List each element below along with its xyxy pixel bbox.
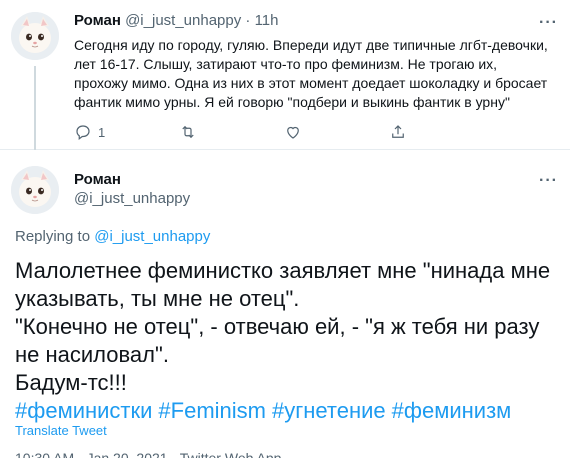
tweet-header: Роман @i_just_unhappy · 11h (74, 12, 278, 29)
replying-handle-link[interactable]: @i_just_unhappy (94, 228, 210, 245)
tweet-line: прохожу мимо. Одна из них в этот момент … (74, 75, 548, 91)
tweet-text: Сегодня иду по городу, гуляю. Впереди ид… (74, 36, 554, 112)
cat-avatar-icon (11, 166, 59, 214)
tweet-text: Малолетнее феминистко заявляет мне "нина… (15, 257, 560, 425)
tweet-line: указывать, ты мне не отец". (15, 286, 300, 311)
tweet-line: лет 16-17. Слышу, затирают что-то про фе… (74, 56, 498, 72)
like-button[interactable] (284, 122, 389, 142)
tweet-line: "Конечно не отец", - отвечаю ей, - "я ж … (15, 314, 540, 339)
display-name[interactable]: Роман (74, 12, 121, 29)
reply-button[interactable]: 1 (74, 122, 179, 142)
reply-count: 1 (98, 124, 106, 140)
tweet-actions: 1 (74, 122, 494, 142)
share-icon (392, 125, 404, 138)
hashtag-link[interactable]: #феминизм (392, 398, 512, 423)
avatar[interactable] (11, 166, 59, 214)
thread-connector (34, 66, 36, 150)
hashtag-link[interactable]: #угнетение (272, 398, 386, 423)
reply-icon (76, 125, 90, 140)
share-button[interactable] (389, 122, 494, 142)
retweet-icon (182, 125, 194, 139)
tweet-parent[interactable]: Роман @i_just_unhappy · 11h ··· Сегодня … (0, 0, 570, 150)
cat-avatar-icon (11, 12, 59, 60)
hashtag-link[interactable]: #Feminism (158, 398, 266, 423)
tweet-line: фантик мимо урны. Я ей говорю "подбери и… (74, 94, 510, 110)
tweet-line: Сегодня иду по городу, гуляю. Впереди ид… (74, 37, 548, 53)
hashtag-link[interactable]: #феминистки (15, 398, 152, 423)
tweet-line: не насиловал". (15, 342, 169, 367)
tweet-line: Малолетнее феминистко заявляет мне "нина… (15, 258, 551, 283)
user-handle[interactable]: @i_just_unhappy (125, 12, 241, 29)
tweet-line: Бадум-тс!!! (15, 370, 127, 395)
more-options-icon[interactable]: ··· (539, 173, 558, 189)
tweet-time[interactable]: 11h (255, 12, 279, 29)
separator-dot: · (241, 12, 255, 29)
retweet-button[interactable] (179, 122, 284, 142)
like-icon (287, 126, 299, 139)
replying-to: Replying to @i_just_unhappy (15, 228, 210, 245)
avatar[interactable] (11, 12, 59, 60)
user-handle[interactable]: @i_just_unhappy (74, 190, 190, 207)
display-name[interactable]: Роман (74, 171, 121, 188)
translate-tweet-link[interactable]: Translate Tweet (15, 423, 107, 438)
more-options-icon[interactable]: ··· (539, 15, 558, 31)
tweet-timestamp[interactable]: 10:30 AM · Jan 20, 2021 · Twitter Web Ap… (15, 450, 281, 458)
replying-prefix: Replying to (15, 228, 95, 245)
hashtag-list: #феминистки #Feminism #угнетение #феминизм (15, 397, 560, 425)
